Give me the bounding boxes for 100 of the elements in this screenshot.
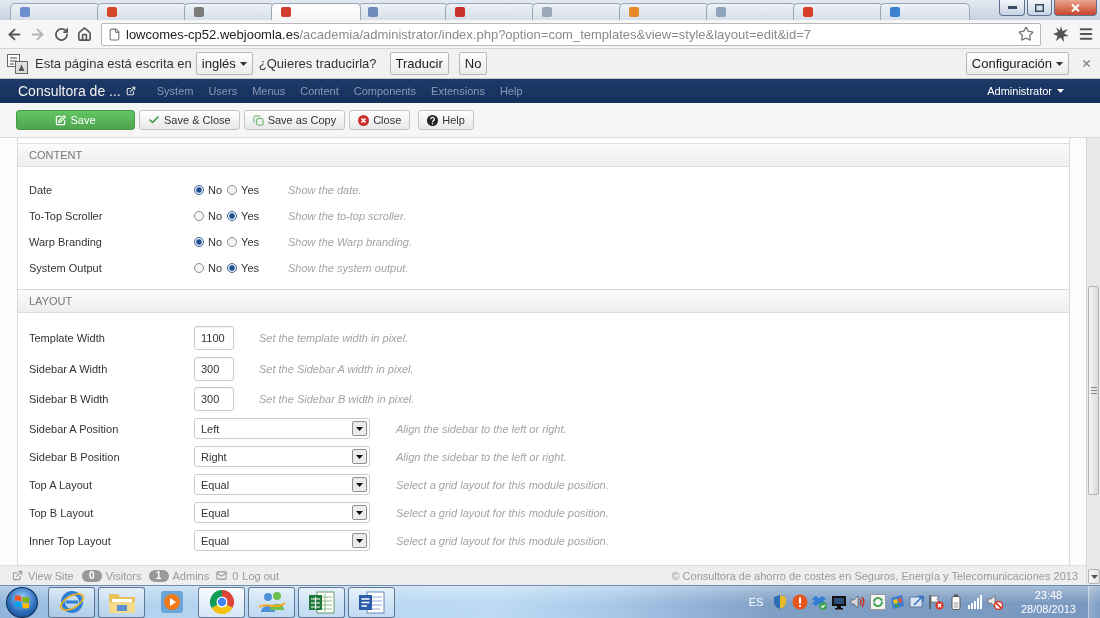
taskbar-app-button[interactable] xyxy=(298,586,345,618)
help-icon xyxy=(427,114,439,126)
close-icon[interactable] xyxy=(1081,58,1092,69)
home-icon xyxy=(77,26,92,42)
nav-menu-item[interactable]: Extensions xyxy=(431,85,485,97)
favicon-icon xyxy=(716,7,726,17)
favicon-icon xyxy=(281,7,291,17)
nav-menu-item[interactable]: Content xyxy=(300,85,339,97)
toolbar-button[interactable]: Help xyxy=(418,110,474,130)
count-badge: 0 xyxy=(81,569,102,582)
radio-label: Yes xyxy=(241,236,259,248)
field-description: Set the Sidebar B width in pixel. xyxy=(259,393,415,406)
select-field[interactable]: Equal xyxy=(194,530,370,551)
field-label: Sidebar A Position xyxy=(29,422,120,435)
message-count: 0 xyxy=(232,569,239,582)
maximize-icon xyxy=(1035,3,1044,12)
speaker-icon[interactable] xyxy=(850,594,867,610)
field-label: Sidebar A Width xyxy=(29,362,109,375)
taskbar-app-button[interactable] xyxy=(48,586,95,618)
url-field[interactable]: lowcomes-cp52.webjoomla.es/academia/administrator/index.php?option=com_templates&view=style&layout=edit&id=7 xyxy=(101,22,1041,46)
taskbar-app-button[interactable] xyxy=(348,586,395,618)
toolbar-button[interactable]: Save as Copy xyxy=(243,110,346,130)
radio-button[interactable] xyxy=(194,263,204,273)
field-description: Show the system output. xyxy=(288,262,409,274)
minimize-icon xyxy=(1007,6,1017,9)
radio-button[interactable] xyxy=(227,185,238,195)
start-button[interactable] xyxy=(6,586,38,618)
maximize-button[interactable] xyxy=(1027,0,1052,16)
radio-label: Yes xyxy=(241,210,259,222)
favicon-icon xyxy=(194,7,204,17)
select-field[interactable]: Equal xyxy=(194,502,370,523)
translate-bar-button[interactable]: Traducir xyxy=(389,52,449,75)
select-field[interactable]: Left xyxy=(194,418,370,439)
nav-menu-item[interactable]: Help xyxy=(499,85,523,97)
taskbar-app-button[interactable] xyxy=(198,586,245,618)
radio-button[interactable] xyxy=(227,211,238,221)
alert-icon[interactable] xyxy=(791,594,808,610)
nav-menu-item[interactable]: Users xyxy=(208,85,238,97)
external-link-icon xyxy=(125,86,136,96)
field-description: Set the template width in pixel. xyxy=(259,332,409,345)
user-menu[interactable]: Administrator xyxy=(987,85,1064,97)
caret-icon xyxy=(239,61,247,66)
edit-icon xyxy=(55,114,67,126)
field-label: Date xyxy=(29,184,54,196)
browser-tab[interactable] xyxy=(97,3,187,20)
browser-tab[interactable] xyxy=(619,3,709,20)
people-icon xyxy=(257,590,286,614)
field-description: Show the to-top scroller. xyxy=(288,210,407,222)
browser-tab[interactable] xyxy=(184,3,274,20)
field-label: To-Top Scroller xyxy=(29,210,104,222)
bookmark-star-icon[interactable] xyxy=(1018,26,1034,42)
radio-button[interactable] xyxy=(194,211,204,221)
field-label: Sidebar B Position xyxy=(29,450,121,463)
muted-speaker-icon[interactable] xyxy=(986,594,1003,610)
orbit-icon xyxy=(58,589,85,615)
browser-tab[interactable] xyxy=(271,3,361,20)
shield-icon[interactable] xyxy=(772,594,789,610)
text-field[interactable]: 300 xyxy=(194,356,234,381)
nav-menu-item[interactable]: Menus xyxy=(252,85,286,97)
site-name-link[interactable]: Consultora de ... xyxy=(18,83,136,99)
browser-tab[interactable] xyxy=(358,3,448,20)
radio-button[interactable] xyxy=(194,237,204,247)
browser-tab[interactable] xyxy=(793,3,883,20)
flag-error-icon[interactable] xyxy=(928,594,945,610)
box-check-icon[interactable] xyxy=(811,594,828,610)
scroll-down-button[interactable] xyxy=(1088,569,1100,584)
language-select[interactable]: inglés xyxy=(195,52,253,75)
radio-button[interactable] xyxy=(194,185,204,195)
toolbar-button[interactable]: Close xyxy=(349,110,411,130)
minimize-button[interactable] xyxy=(999,0,1025,16)
close-window-button[interactable] xyxy=(1054,0,1097,16)
nav-menu-item[interactable]: System xyxy=(156,85,194,97)
caret-icon xyxy=(1057,89,1064,93)
taskbar-app-button[interactable] xyxy=(98,586,145,618)
browser-tab[interactable] xyxy=(532,3,622,20)
browser-tab[interactable] xyxy=(880,3,970,20)
toolbar-button[interactable]: Save & Close xyxy=(139,110,240,130)
monitor-icon[interactable] xyxy=(830,594,847,610)
translate-icon xyxy=(7,53,28,74)
nav-menu-item[interactable]: Components xyxy=(353,85,417,97)
select-field[interactable]: Equal xyxy=(194,474,370,495)
field-description: Show the date. xyxy=(288,184,362,196)
radio-label: No xyxy=(208,236,223,248)
browser-tab[interactable] xyxy=(445,3,535,20)
radio-button[interactable] xyxy=(227,263,238,273)
text-field[interactable]: 1100 xyxy=(194,326,234,351)
radio-button[interactable] xyxy=(227,237,238,247)
browser-tab[interactable] xyxy=(706,3,796,20)
text-field[interactable]: 300 xyxy=(194,387,234,412)
window-icon[interactable] xyxy=(889,594,906,610)
field-description: Align the sidebar to the left or right. xyxy=(396,450,567,463)
settings-menu-button[interactable]: Configuración xyxy=(965,52,1069,75)
browser-tab[interactable] xyxy=(10,3,100,20)
select-field[interactable]: Right xyxy=(194,446,370,467)
translate-bar-button[interactable]: No xyxy=(458,52,488,75)
taskbar-app-button[interactable] xyxy=(248,586,295,618)
field-description: Show the Warp branding. xyxy=(288,236,412,248)
field-description: Select a grid layout for this module position. xyxy=(396,506,609,519)
scrollbar-thumb[interactable] xyxy=(1088,286,1099,495)
sync-icon[interactable] xyxy=(869,594,886,610)
